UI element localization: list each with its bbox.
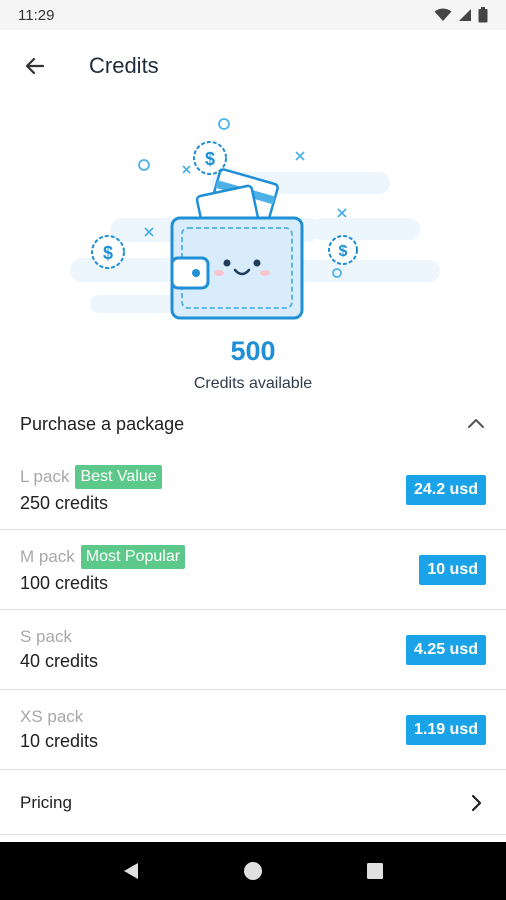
nav-recents-button[interactable]	[351, 847, 399, 895]
price-button-s[interactable]: 4.25 usd	[405, 634, 486, 665]
pack-list: L pack Best Value 250 credits 24.2 usd M…	[0, 450, 506, 770]
page-title: Credits	[89, 53, 159, 78]
wallet-illustration: $ $ $	[60, 110, 450, 340]
pack-name: L pack	[20, 467, 70, 486]
nav-home-icon	[244, 862, 262, 880]
price-button-xs[interactable]: 1.19 usd	[405, 714, 486, 745]
svg-text:$: $	[103, 243, 113, 263]
pack-credits: 100 credits	[20, 573, 109, 593]
price-button-m[interactable]: 10 usd	[419, 554, 486, 585]
signal-icon	[459, 9, 471, 21]
chevron-right-icon	[471, 794, 482, 811]
system-nav-bar	[0, 842, 506, 900]
wifi-icon	[434, 8, 452, 21]
pack-credits: 40 credits	[20, 651, 99, 671]
status-icons	[434, 7, 488, 23]
chevron-up-icon[interactable]	[466, 414, 486, 434]
status-time: 11:29	[18, 6, 55, 24]
pack-name: M pack	[20, 547, 75, 566]
pack-row-s[interactable]: S pack 40 credits 4.25 usd	[0, 610, 506, 690]
pricing-label: Pricing	[20, 792, 72, 812]
pricing-row[interactable]: Pricing	[0, 771, 506, 835]
credits-count: 500	[230, 336, 276, 366]
purchase-section-header[interactable]: Purchase a package	[0, 398, 506, 450]
battery-icon	[478, 7, 488, 23]
section-title: Purchase a package	[20, 413, 185, 434]
pack-credits: 250 credits	[20, 493, 109, 513]
pack-name: S pack	[20, 627, 72, 646]
pack-name: XS pack	[20, 707, 84, 726]
pack-badge: Best Value	[75, 465, 162, 489]
status-bar: 11:29	[0, 0, 506, 30]
pack-row-l[interactable]: L pack Best Value 250 credits 24.2 usd	[0, 450, 506, 530]
pack-row-m[interactable]: M pack Most Popular 100 credits 10 usd	[0, 530, 506, 610]
svg-text:$: $	[339, 243, 348, 260]
pack-row-xs[interactable]: XS pack 10 credits 1.19 usd	[0, 690, 506, 770]
back-arrow-icon	[25, 57, 45, 75]
nav-recents-icon	[367, 863, 383, 879]
price-button-l[interactable]: 24.2 usd	[405, 474, 486, 505]
nav-back-button[interactable]	[107, 847, 155, 895]
nav-back-icon	[124, 863, 138, 879]
back-button[interactable]	[11, 42, 59, 90]
app-bar: Credits	[0, 30, 506, 102]
pack-badge: Most Popular	[80, 545, 186, 569]
pack-credits: 10 credits	[20, 731, 99, 751]
credits-label: Credits available	[193, 375, 313, 392]
nav-home-button[interactable]	[229, 847, 277, 895]
svg-text:$: $	[205, 149, 215, 169]
